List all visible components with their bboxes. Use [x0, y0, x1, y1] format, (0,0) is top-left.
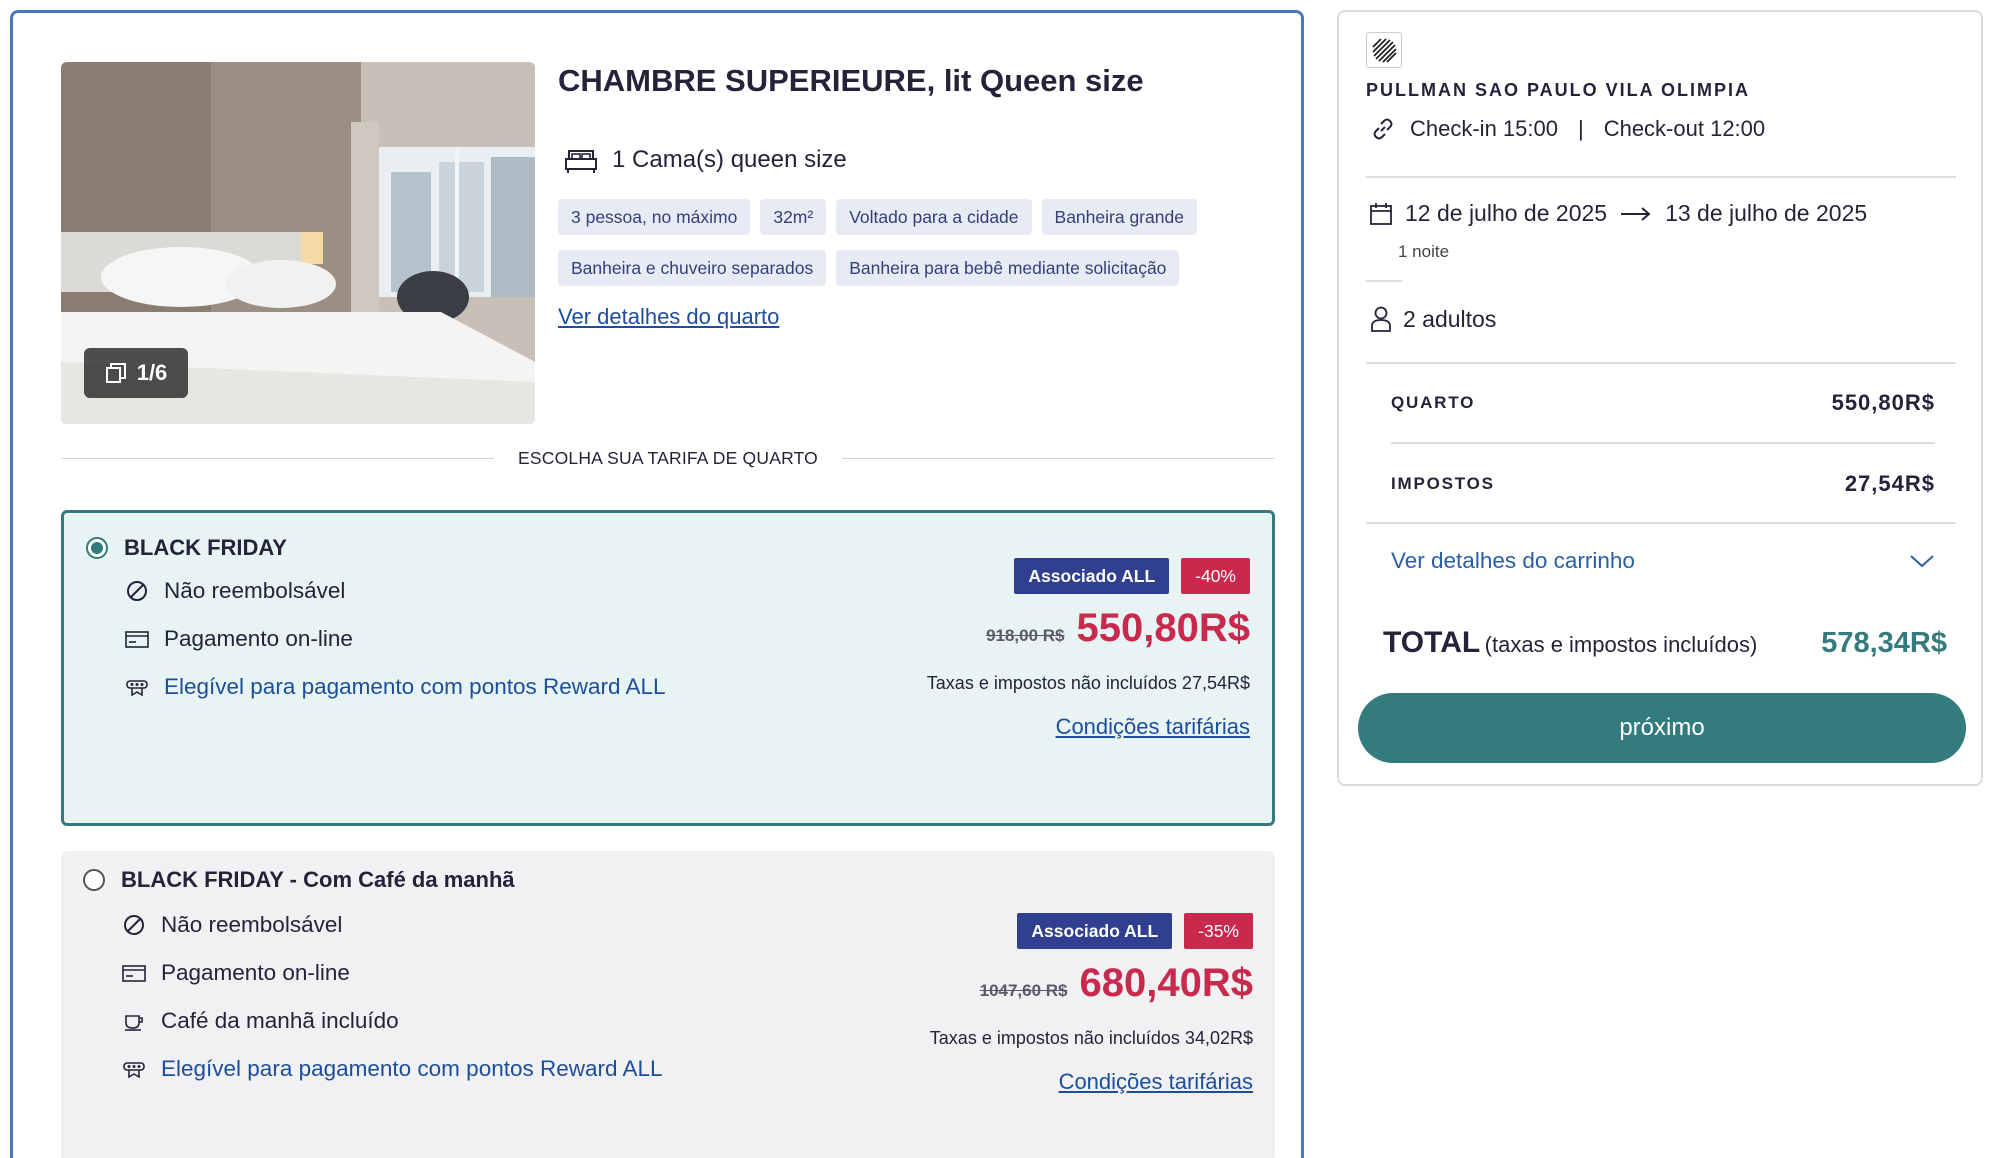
link-icon: [1373, 118, 1393, 140]
feature-chip: Banheira para bebê mediante solicitação: [836, 250, 1180, 286]
rate-conditions-link[interactable]: Condições tarifárias: [1056, 714, 1250, 740]
member-badge: Associado ALL: [1014, 558, 1170, 594]
cart-details-toggle[interactable]: Ver detalhes do carrinho: [1391, 548, 1935, 574]
room-card: 1/6 CHAMBRE SUPERIEURE, lit Queen size 1…: [10, 10, 1304, 1158]
feature-chip: 3 pessoa, no máximo: [558, 199, 751, 235]
taxes-row: IMPOSTOS 27,54R$: [1391, 471, 1935, 497]
calendar-icon: [1370, 202, 1392, 225]
credit-card-icon: [125, 631, 149, 648]
room-cost-row: QUARTO 550,80R$: [1391, 390, 1935, 416]
credit-card-icon: [122, 965, 146, 982]
checkin-time: Check-in 15:00: [1410, 116, 1558, 141]
tax-note: Taxas e impostos não incluídos 27,54R$: [926, 673, 1250, 693]
non-refundable-feature: Não reembolsável: [121, 901, 663, 949]
rate-conditions-link[interactable]: Condições tarifárias: [1059, 1069, 1253, 1095]
tax-note: Taxas e impostos não incluídos 34,02R$: [929, 1028, 1253, 1048]
date-from: 12 de julho de 2025: [1405, 200, 1608, 226]
divider: [1366, 176, 1956, 178]
guests-info: 2 adultos: [1369, 305, 1496, 333]
prohibited-icon: [127, 581, 147, 601]
rate-radio-unselected[interactable]: [83, 869, 105, 891]
rate-price-box: Associado ALL -40% 918,00 R$ 550,80R$ Ta…: [927, 558, 1250, 740]
taxes-value: 27,54R$: [1844, 471, 1935, 496]
rate-price: 680,40R$: [1079, 961, 1253, 1005]
hotel-name: PULLMAN SAO PAULO VILA OLIMPIA: [1366, 80, 1750, 100]
room-cost-value: 550,80R$: [1831, 390, 1935, 415]
prohibited-icon: [124, 915, 144, 935]
choose-rate-label: ESCOLHA SUA TARIFA DE QUARTO: [518, 447, 818, 468]
online-payment-feature: Pagamento on-line: [121, 949, 663, 997]
reward-points-icon: [126, 680, 148, 697]
checkout-time: Check-out 12:00: [1603, 116, 1766, 141]
rate-header: BLACK FRIDAY - Com Café da manhã: [83, 867, 515, 893]
feature-chip: Banheira e chuveiro separados: [558, 250, 827, 286]
photo-counter-text: 1/6: [136, 360, 168, 385]
rate-radio-selected[interactable]: [86, 537, 108, 559]
divider: [1391, 442, 1935, 444]
stay-dates: 12 de julho de 2025 13 de julho de 2025: [1369, 200, 1867, 227]
room-cost-label: QUARTO: [1391, 393, 1476, 412]
checkin-separator: |: [1577, 116, 1584, 141]
bed-info: 1 Cama(s) queen size: [564, 145, 847, 175]
non-refundable-feature: Não reembolsável: [124, 567, 666, 615]
cart-details-label: Ver detalhes do carrinho: [1391, 548, 1635, 573]
rate-price: 550,80R$: [1076, 606, 1250, 650]
rate-option-black-friday-breakfast[interactable]: BLACK FRIDAY - Com Café da manhã Não ree…: [61, 851, 1275, 1158]
member-badge: Associado ALL: [1017, 913, 1173, 949]
reward-points-feature[interactable]: Elegível para pagamento com pontos Rewar…: [124, 663, 666, 711]
booking-summary: PULLMAN SAO PAULO VILA OLIMPIA Check-in …: [1337, 10, 1983, 786]
rate-name: BLACK FRIDAY - Com Café da manhã: [121, 867, 515, 892]
hotel-logo-icon: [1366, 32, 1402, 68]
reward-points-icon: [123, 1062, 145, 1079]
rate-features: Não reembolsável Pagamento on-line Elegí…: [124, 567, 666, 711]
total-value: 578,34R$: [1821, 627, 1947, 659]
feature-chip: 32m²: [760, 199, 827, 235]
guests-count: 2 adultos: [1403, 305, 1497, 332]
checkin-checkout-info: Check-in 15:00 | Check-out 12:00: [1370, 116, 1765, 142]
coffee-cup-icon: [125, 1015, 143, 1031]
rate-price-box: Associado ALL -35% 1047,60 R$ 680,40R$ T…: [930, 913, 1253, 1095]
breakfast-feature: Café da manhã incluído: [121, 997, 663, 1045]
reward-points-feature[interactable]: Elegível para pagamento com pontos Rewar…: [121, 1045, 663, 1093]
room-photo[interactable]: 1/6: [61, 62, 535, 424]
room-title: CHAMBRE SUPERIEURE, lit Queen size: [558, 63, 1144, 98]
rate-option-black-friday[interactable]: BLACK FRIDAY Não reembolsável Pagamento …: [61, 510, 1275, 826]
rate-features: Não reembolsável Pagamento on-line Café …: [121, 901, 663, 1093]
total-label: TOTAL: [1383, 626, 1481, 659]
date-to: 13 de julho de 2025: [1665, 200, 1868, 226]
divider: [1366, 522, 1956, 524]
photo-gallery-button[interactable]: 1/6: [84, 348, 188, 398]
nights-count: 1 noite: [1398, 242, 1450, 261]
old-price: 918,00 R$: [986, 626, 1065, 645]
gallery-icon: [105, 363, 126, 383]
discount-badge: -35%: [1184, 913, 1253, 949]
feature-chip: Banheira grande: [1041, 199, 1197, 235]
room-features: 3 pessoa, no máximo 32m² Voltado para a …: [558, 199, 1258, 301]
rate-section-divider: ESCOLHA SUA TARIFA DE QUARTO: [61, 445, 1275, 471]
divider: [1366, 280, 1402, 282]
total-row: TOTAL (taxas e impostos incluídos) 578,3…: [1383, 626, 1947, 660]
room-details-link[interactable]: Ver detalhes do quarto: [558, 304, 779, 330]
feature-chip: Voltado para a cidade: [836, 199, 1032, 235]
rate-name: BLACK FRIDAY: [124, 535, 287, 560]
total-subtext: (taxas e impostos incluídos): [1484, 632, 1758, 657]
arrow-right-icon: [1621, 206, 1651, 221]
taxes-label: IMPOSTOS: [1391, 474, 1495, 493]
bed-text: 1 Cama(s) queen size: [612, 146, 847, 173]
bed-icon: [565, 150, 597, 173]
person-icon: [1371, 306, 1391, 332]
divider: [1366, 362, 1956, 364]
discount-badge: -40%: [1181, 558, 1250, 594]
next-button[interactable]: próximo: [1358, 693, 1966, 763]
old-price: 1047,60 R$: [979, 981, 1068, 1000]
chevron-down-icon: [1910, 555, 1934, 568]
online-payment-feature: Pagamento on-line: [124, 615, 666, 663]
rate-header: BLACK FRIDAY: [86, 535, 287, 561]
